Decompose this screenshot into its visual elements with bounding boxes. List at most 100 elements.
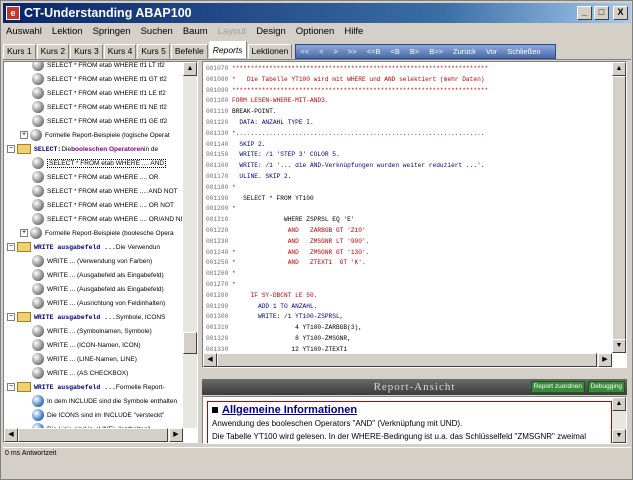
line-number: 001070 xyxy=(206,65,232,72)
line-number: 001080 xyxy=(206,75,232,83)
tab-kurs-2[interactable]: Kurs 2 xyxy=(36,44,70,59)
nav-back[interactable]: Zurück xyxy=(453,47,476,56)
scroll-up-icon[interactable]: ▲ xyxy=(612,397,626,411)
nav-next[interactable]: > xyxy=(334,47,338,56)
menu-suchen[interactable]: Suchen xyxy=(141,26,173,37)
code-line: 001070 *********************************… xyxy=(206,64,488,74)
tree-keyword: WRITE ausgabefeld ... xyxy=(34,383,116,391)
collapse-icon[interactable]: − xyxy=(7,313,15,321)
folder-icon xyxy=(17,144,31,154)
report-view-title: Report-Ansicht xyxy=(373,381,456,393)
code-text: IF SY-DBCNT LE 50. xyxy=(232,291,318,299)
line-number: 001270 xyxy=(206,281,232,288)
code-line: 001080 * Die Tabelle YT100 wird mit WHER… xyxy=(206,75,485,85)
debugging-button[interactable]: Debugging xyxy=(587,381,625,393)
tree-item-label: SELECT * FROM etab WHERE tf1 GE tf2 xyxy=(47,117,168,125)
code-text: 12 YT100-ZTEXT1 xyxy=(232,345,348,353)
menu-lektion[interactable]: Lektion xyxy=(52,26,83,37)
code-line: 001320 8 YT100-ZMSGNR, xyxy=(206,334,351,344)
maximize-button[interactable]: □ xyxy=(594,6,609,20)
code-line: 001100 FORM LESEN-WHERE-MIT-AND3. xyxy=(206,96,329,106)
line-number: 001280 xyxy=(206,291,232,299)
scroll-right-icon[interactable]: ▶ xyxy=(598,353,612,367)
code-text: DATA: ANZAHL TYPE I. xyxy=(232,119,314,126)
code-horizontal-scrollbar[interactable]: ◀ ▶ xyxy=(203,353,612,367)
nav-prev[interactable]: < xyxy=(319,47,323,56)
info-heading-text[interactable]: Allgemeine Informationen xyxy=(222,404,357,416)
menu-auswahl[interactable]: Auswahl xyxy=(6,26,42,37)
report-view-bar: Report-Ansicht Report zuordnen Debugging xyxy=(202,379,627,395)
tab-kurs-4[interactable]: Kurs 4 xyxy=(103,44,137,59)
code-text: * xyxy=(232,281,236,288)
code-line: 001180 * xyxy=(206,183,236,193)
menu-baum[interactable]: Baum xyxy=(183,26,208,37)
code-vertical-scrollbar[interactable]: ▲ ▼ xyxy=(612,62,626,353)
code-line: 001210 WHERE ZSPRSL EQ 'E' xyxy=(206,215,355,225)
tree-item-label: WRITE ... (ICON-Namen, ICON) xyxy=(47,341,141,349)
line-number: 001250 xyxy=(206,259,232,267)
info-paragraph-2: Die Tabelle YT100 wird gelesen. In der W… xyxy=(212,432,586,443)
line-number: 001240 xyxy=(206,248,232,256)
nav-next-bookmark[interactable]: B> xyxy=(410,47,419,56)
line-number: 001130 xyxy=(206,129,232,137)
code-text: WRITE: /1 '... die AND-Verknüpfungen wur… xyxy=(232,162,485,170)
code-text: ****************************************… xyxy=(232,65,489,72)
close-button[interactable]: X xyxy=(613,6,628,20)
scroll-up-icon[interactable]: ▲ xyxy=(183,62,197,76)
scroll-right-icon[interactable]: ▶ xyxy=(169,428,183,442)
tab-kurs-5[interactable]: Kurs 5 xyxy=(137,44,170,59)
scroll-thumb-h[interactable] xyxy=(18,428,168,442)
code-panel[interactable]: 001070 *********************************… xyxy=(202,61,627,368)
app-icon[interactable]: e xyxy=(6,6,20,20)
nav-first[interactable]: << xyxy=(300,47,309,56)
expand-icon[interactable]: + xyxy=(20,131,28,139)
collapse-icon[interactable]: − xyxy=(7,145,15,153)
scroll-down-icon[interactable]: ▼ xyxy=(612,339,626,353)
minimize-button[interactable]: _ xyxy=(577,6,592,20)
expand-icon[interactable]: + xyxy=(20,229,28,237)
assign-report-button[interactable]: Report zuordnen xyxy=(530,381,585,393)
line-number: 001170 xyxy=(206,173,232,180)
code-line: 001220 AND ZARBGB GT 'Z10' xyxy=(206,226,366,236)
tree-vertical-scrollbar[interactable]: ▲ xyxy=(183,62,197,428)
scroll-left-icon[interactable]: ◀ xyxy=(4,428,18,442)
scroll-down-icon[interactable]: ▼ xyxy=(612,429,626,443)
line-number: 001150 xyxy=(206,151,232,159)
scroll-thumb[interactable] xyxy=(612,76,626,341)
nav-first-bookmark[interactable]: <<B xyxy=(367,47,381,56)
scroll-thumb-h[interactable] xyxy=(217,353,597,367)
info-vertical-scrollbar[interactable]: ▲ ▼ xyxy=(612,397,626,443)
tab-befehle[interactable]: Befehle xyxy=(170,44,208,59)
info-heading[interactable]: Allgemeine Informationen xyxy=(212,404,607,416)
line-number: 001310 xyxy=(206,324,232,332)
tree-keyword: WRITE ausgabefeld ... xyxy=(34,243,116,251)
collapse-icon[interactable]: − xyxy=(7,383,15,391)
tab-reports[interactable]: Reports xyxy=(208,41,247,59)
tab-bar: Kurs 1 Kurs 2 Kurs 3 Kurs 4 Kurs 5 Befeh… xyxy=(3,41,631,60)
nav-forward[interactable]: Vor xyxy=(486,47,497,56)
info-box: Allgemeine Informationen Anwendung des b… xyxy=(207,401,612,443)
scroll-thumb[interactable] xyxy=(183,332,197,354)
code-text: SELECT * FROM YT100 xyxy=(232,194,314,202)
line-number: 001160 xyxy=(206,162,232,170)
tab-kurs-3[interactable]: Kurs 3 xyxy=(70,44,103,59)
nav-prev-bookmark[interactable]: <B xyxy=(390,47,399,56)
code-text: ADD 1 TO ANZAHL. xyxy=(232,302,318,310)
collapse-icon[interactable]: − xyxy=(7,243,15,251)
tree-horizontal-scrollbar[interactable]: ◀ ▶ xyxy=(4,428,183,442)
nav-last-bookmark[interactable]: B>> xyxy=(429,47,443,56)
scroll-up-icon[interactable]: ▲ xyxy=(612,62,626,76)
tab-lektionen[interactable]: Lektionen xyxy=(247,44,293,59)
menu-design[interactable]: Design xyxy=(256,26,286,37)
menu-optionen[interactable]: Optionen xyxy=(296,26,335,37)
menu-hilfe[interactable]: Hilfe xyxy=(344,26,363,37)
code-line: 001280 IF SY-DBCNT LE 50. xyxy=(206,291,317,301)
nav-close[interactable]: Schließen xyxy=(507,47,540,56)
app-window: e CT-Understanding ABAP100 _ □ X Auswahl… xyxy=(0,0,633,480)
nav-last[interactable]: >> xyxy=(348,47,357,56)
title-bar[interactable]: e CT-Understanding ABAP100 _ □ X xyxy=(3,3,631,23)
scroll-left-icon[interactable]: ◀ xyxy=(203,353,217,367)
tree-item-label: SELECT * FROM etab WHERE .... OR/AND NI xyxy=(47,215,183,223)
tab-kurs-1[interactable]: Kurs 1 xyxy=(3,44,36,59)
menu-springen[interactable]: Springen xyxy=(93,26,131,37)
